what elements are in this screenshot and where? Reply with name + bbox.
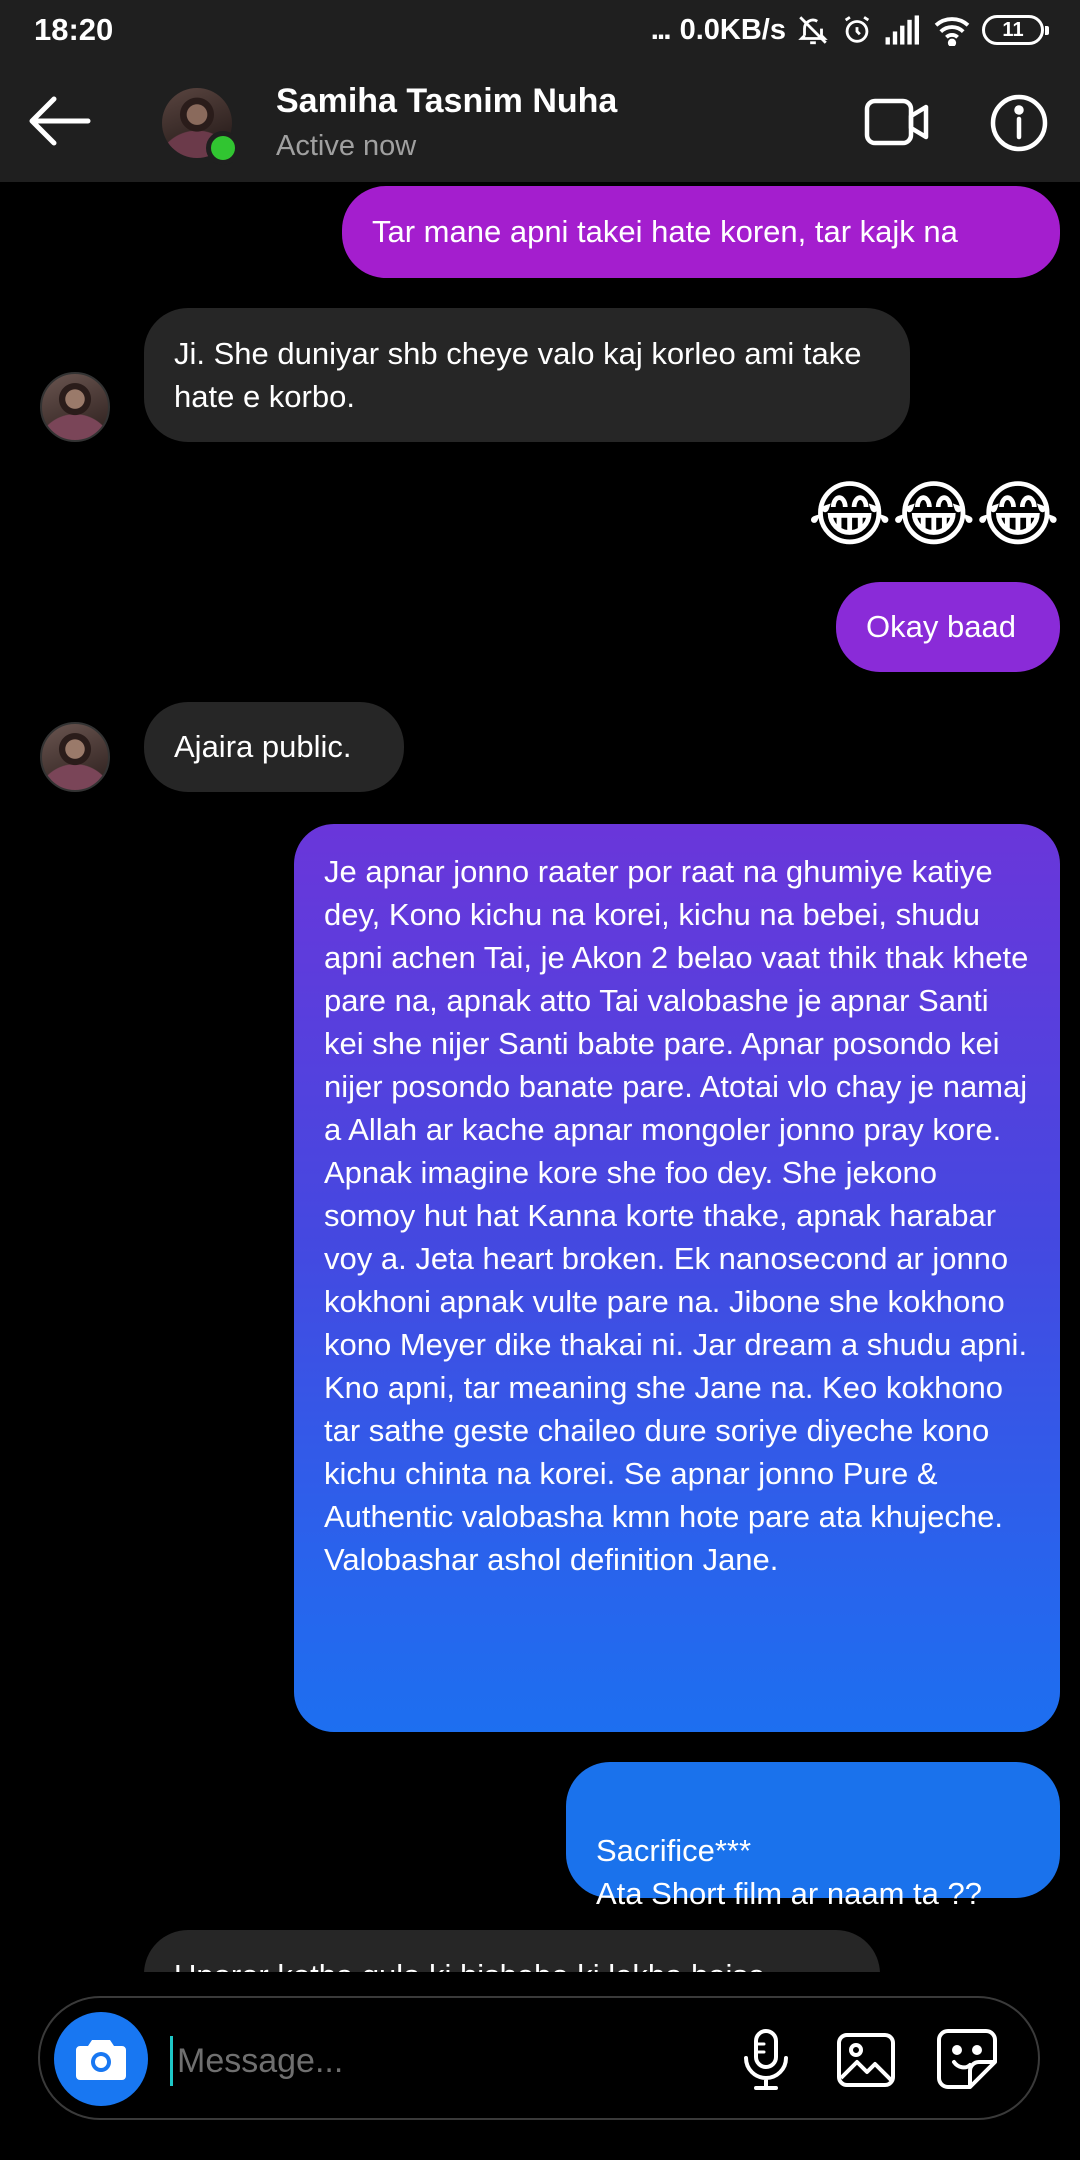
status-dots: ...: [650, 13, 672, 46]
sticker-icon[interactable]: [936, 2028, 998, 2090]
battery-icon: 11: [982, 15, 1049, 45]
network-speed: 0.0KB/s: [679, 13, 786, 46]
received-message[interactable]: Uporer kotha gula ki hishebe ki lekha ho…: [144, 1930, 880, 1972]
message-text: Sacrifice*** Ata Short film ar naam ta ?…: [596, 1833, 982, 1911]
sender-avatar[interactable]: [40, 372, 110, 442]
status-icons: ... 0.0KB/s 11: [650, 12, 1049, 48]
alarm-icon: [844, 16, 870, 43]
message-text: Uporer kotha gula ki hishebe ki lekha ho…: [174, 1958, 765, 1972]
received-message[interactable]: Ajaira public.: [144, 702, 404, 792]
message-text: Ajaira public.: [174, 729, 352, 764]
emoji-text: 😂😂😂: [807, 475, 1060, 555]
received-message[interactable]: Ji. She duniyar shb cheye valo kaj korle…: [144, 308, 910, 442]
camera-icon: [76, 2040, 126, 2080]
message-text: Okay baad: [866, 609, 1016, 644]
contact-name[interactable]: Samiha Tasnim Nuha: [276, 82, 617, 121]
sent-message[interactable]: Okay baad: [836, 582, 1060, 672]
status-time: 18:20: [34, 12, 114, 47]
message-composer: [38, 1996, 1040, 2120]
camera-button[interactable]: [54, 2012, 148, 2106]
back-arrow-icon[interactable]: [24, 90, 94, 152]
online-indicator: [206, 131, 240, 165]
video-call-icon[interactable]: [864, 96, 930, 148]
message-text: Ji. She duniyar shb cheye valo kaj korle…: [174, 336, 862, 414]
info-icon[interactable]: [990, 94, 1048, 152]
message-text: Je apnar jonno raater por raat na ghumiy…: [324, 854, 1029, 1577]
emoji-message[interactable]: 😂😂😂: [808, 475, 1060, 555]
gallery-icon[interactable]: [836, 2032, 896, 2088]
sent-message[interactable]: Tar mane apni takei hate koren, tar kajk…: [342, 186, 1060, 278]
status-bar: 18:20 ... 0.0KB/s 11: [0, 0, 1080, 60]
sender-avatar[interactable]: [40, 722, 110, 792]
mute-bell-icon: [798, 16, 828, 45]
microphone-icon[interactable]: [740, 2028, 792, 2092]
message-text: Tar mane apni takei hate koren, tar kajk…: [372, 214, 958, 249]
sent-message[interactable]: Je apnar jonno raater por raat na ghumiy…: [294, 824, 1060, 1732]
message-clip: Uporer kotha gula ki hishebe ki lekha ho…: [0, 1920, 1080, 1972]
contact-status: Active now: [276, 130, 417, 162]
sent-message[interactable]: Sacrifice*** Ata Short film ar naam ta ?…: [566, 1762, 1060, 1911]
wifi-icon: [934, 17, 970, 46]
chat-header: Samiha Tasnim Nuha Active now: [0, 60, 1080, 182]
battery-level: 11: [1002, 19, 1024, 41]
signal-icon: [885, 15, 919, 45]
message-input[interactable]: [170, 2036, 690, 2086]
